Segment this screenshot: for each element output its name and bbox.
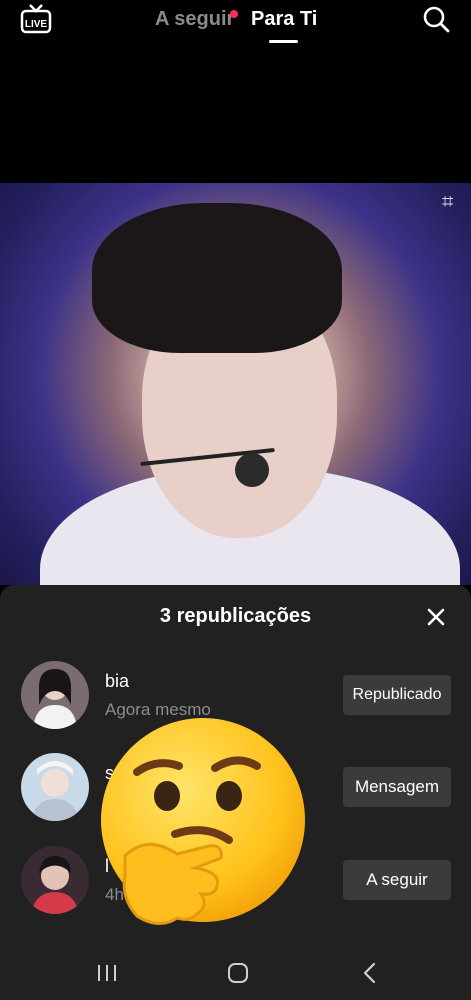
video-subject-hair (92, 203, 342, 353)
close-icon[interactable] (424, 605, 448, 629)
following-button[interactable]: A seguir (343, 860, 451, 900)
video-player[interactable]: ⌗ (0, 183, 471, 585)
reposted-button[interactable]: Republicado (343, 675, 451, 715)
headset-mic-head (235, 453, 269, 487)
repost-user-name[interactable]: bia (105, 671, 320, 692)
tab-following[interactable]: A seguir (155, 8, 234, 31)
avatar[interactable] (21, 661, 89, 729)
tab-for-you[interactable]: Para Ti (251, 8, 317, 31)
top-bar: LIVE A seguir Para Ti (0, 0, 471, 48)
recents-icon[interactable] (96, 963, 118, 983)
video-watermark: ⌗ (442, 191, 454, 213)
message-button[interactable]: Mensagem (343, 767, 451, 807)
thinking-face-emoji (101, 718, 305, 925)
avatar[interactable] (21, 846, 89, 914)
back-icon[interactable] (360, 962, 380, 984)
avatar[interactable] (21, 753, 89, 821)
notification-dot (230, 10, 238, 18)
sheet-title: 3 republicações (159, 605, 312, 627)
home-icon[interactable] (227, 962, 249, 984)
search-icon[interactable] (421, 4, 451, 34)
feed-tabs: A seguir Para Ti (0, 6, 471, 43)
system-nav-bar (0, 945, 471, 1000)
active-tab-indicator (269, 40, 298, 43)
